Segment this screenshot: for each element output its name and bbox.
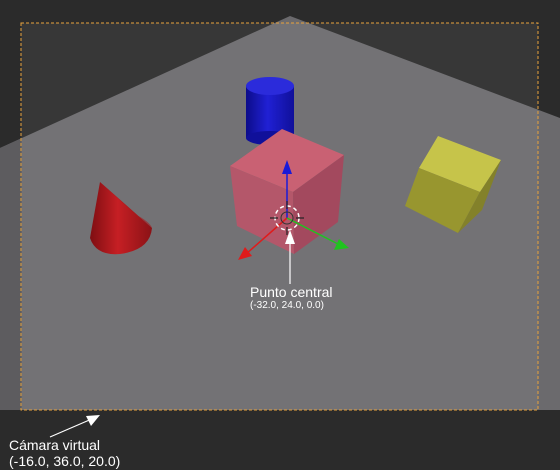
pivot-point-coordinates: (-32.0, 24.0, 0.0): [250, 300, 324, 311]
pivot-point-label: Punto central: [250, 284, 333, 300]
3d-viewport[interactable]: [0, 0, 560, 470]
virtual-camera-coordinates: (-16.0, 36.0, 20.0): [9, 453, 121, 469]
virtual-camera-label: Cámara virtual: [9, 437, 101, 453]
ground-plane-shadow: [0, 138, 22, 410]
